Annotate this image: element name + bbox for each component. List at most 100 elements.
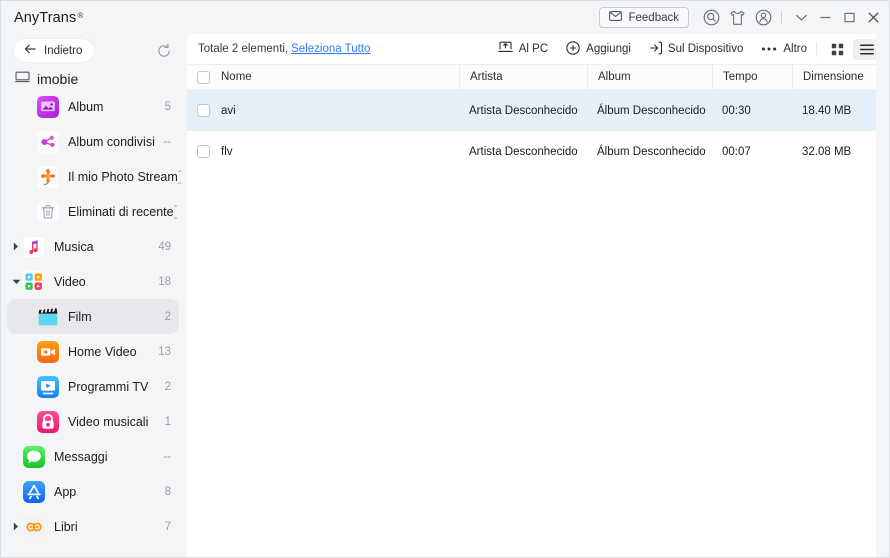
sidebar-item-programmi-tv[interactable]: Programmi TV 2 [7, 369, 179, 404]
cell-album-text: Álbum Desconhecido [597, 104, 706, 117]
cell-time-text: 00:30 [722, 104, 751, 117]
cell-album: Álbum Desconhecido [587, 90, 712, 131]
sidebar-item-label: Eliminati di recente [68, 204, 174, 219]
video-icon [23, 270, 45, 293]
minimize-icon[interactable] [813, 5, 837, 31]
sidebar-item-label: App [54, 484, 77, 499]
action-more[interactable]: Altro [752, 37, 816, 61]
column-label-size: Dimensione [803, 71, 864, 83]
envelope-icon [609, 11, 623, 24]
feedback-button[interactable]: Feedback [599, 7, 689, 28]
home-video-icon [37, 340, 59, 363]
sidebar-item-musica[interactable]: Musica 49 [7, 229, 179, 264]
sidebar-item-label: Film [68, 309, 92, 324]
sidebar-item-label: Programmi TV [68, 379, 149, 394]
theme-shirt-icon[interactable] [724, 5, 750, 31]
column-header-artist[interactable]: Artista [459, 64, 587, 90]
device-icon [15, 71, 30, 87]
select-all-checkbox[interactable] [197, 70, 210, 84]
title-bar: AnyTrans ® Feedback [1, 1, 889, 34]
sidebar-item-label: Video musicali [68, 414, 149, 429]
search-icon[interactable] [698, 5, 724, 31]
action-to-device-label: Sul Dispositivo [667, 43, 744, 55]
chevron-right-icon[interactable] [9, 522, 23, 531]
column-label-album: Album [598, 71, 631, 83]
cell-name-text: avi [221, 104, 236, 117]
trash-icon [37, 200, 59, 223]
music-icon [23, 235, 45, 258]
cell-artist-text: Artista Desconhecido [469, 145, 578, 158]
device-name-row: imobie [1, 67, 187, 89]
books-icon [23, 515, 45, 538]
sidebar-item-label: Video [54, 274, 86, 289]
column-header-time[interactable]: Tempo [712, 64, 792, 90]
cell-time: 00:07 [712, 131, 792, 172]
sidebar-item-messaggi[interactable]: Messaggi -- [7, 439, 179, 474]
cell-name-text: flv [221, 145, 233, 158]
grid-view-button[interactable] [823, 39, 851, 60]
sidebar-item-count: 7 [164, 520, 171, 533]
row-checkbox[interactable] [197, 145, 210, 158]
sidebar-item-label: Libri [54, 519, 78, 534]
cell-name: avi [187, 90, 459, 131]
sidebar-item-eliminati-di-recente[interactable]: Eliminati di recente -- [7, 194, 179, 229]
export-to-pc-icon [498, 41, 513, 57]
cell-artist: Artista Desconhecido [459, 131, 587, 172]
main-scrollbar[interactable] [876, 34, 889, 557]
sidebar-item-count: 2 [164, 380, 171, 393]
sidebar-item-album[interactable]: Album 5 [7, 89, 179, 124]
feedback-label: Feedback [628, 11, 679, 24]
sidebar-item-album-condivisi[interactable]: Album condivisi -- [7, 124, 179, 159]
maximize-icon[interactable] [837, 5, 861, 31]
sidebar-item-label: Album [68, 99, 104, 114]
chevron-right-icon[interactable] [9, 242, 23, 251]
sidebar-item-count: 8 [164, 485, 171, 498]
sidebar-nav: Album 5 Album condivisi -- Il mio Photo Stre… [1, 89, 187, 544]
title-bar-controls: Feedback [599, 1, 885, 34]
sidebar-item-label: Il mio Photo Stream [68, 169, 178, 184]
back-label: Indietro [44, 44, 83, 57]
action-to-device[interactable]: Sul Dispositivo [640, 37, 752, 61]
cell-name: flv [187, 131, 459, 172]
select-all-link[interactable]: Seleziona Tutto [291, 43, 370, 55]
sidebar-item-count: 18 [158, 275, 171, 288]
toolbar-divider [781, 11, 782, 24]
column-header-name[interactable]: Nome [187, 64, 459, 90]
cell-album-text: Álbum Desconhecido [597, 145, 706, 158]
action-to-pc[interactable]: Al PC [489, 37, 557, 61]
table-row[interactable]: flv Artista Desconhecido Álbum Desconhecid… [187, 131, 889, 172]
music-video-icon [37, 410, 59, 433]
chevron-down-icon[interactable] [9, 279, 23, 285]
toolbar-separator [816, 41, 817, 57]
action-more-label: Altro [783, 43, 807, 55]
sidebar-item-count: -- [177, 164, 182, 189]
sidebar-item-il-mio-photo-stream[interactable]: Il mio Photo Stream -- [7, 159, 182, 194]
app-logo: AnyTrans ® [14, 10, 83, 26]
cell-size-text: 32.08 MB [802, 145, 852, 158]
back-button[interactable]: Indietro [14, 39, 95, 62]
action-add[interactable]: Aggiungi [557, 37, 640, 61]
sidebar-item-home-video[interactable]: Home Video 13 [7, 334, 179, 369]
messages-icon [23, 445, 45, 468]
sidebar-item-count: -- [163, 450, 171, 463]
sidebar-item-video-musicali[interactable]: Video musicali 1 [7, 404, 179, 439]
close-icon[interactable] [861, 5, 885, 31]
account-icon[interactable] [750, 5, 776, 31]
app-store-icon [23, 480, 45, 503]
column-header-album[interactable]: Album [587, 64, 712, 90]
sidebar-item-libri[interactable]: Libri 7 [7, 509, 179, 544]
column-label-time: Tempo [723, 71, 758, 83]
app-title: AnyTrans [14, 9, 77, 26]
to-device-icon [649, 41, 662, 58]
sidebar-item-count: -- [173, 199, 178, 224]
refresh-icon[interactable] [153, 40, 175, 62]
sidebar-item-film[interactable]: Film 2 [7, 299, 179, 334]
sidebar-item-video[interactable]: Video 18 [7, 264, 179, 299]
sidebar-item-app[interactable]: App 8 [7, 474, 179, 509]
arrow-left-icon [24, 44, 37, 57]
chevron-down-icon[interactable] [789, 5, 813, 31]
row-checkbox[interactable] [197, 104, 210, 117]
sidebar-item-count: 49 [158, 240, 171, 253]
table-row[interactable]: avi Artista Desconhecido Álbum Desconhecid… [187, 90, 889, 131]
tv-shows-icon [37, 375, 59, 398]
